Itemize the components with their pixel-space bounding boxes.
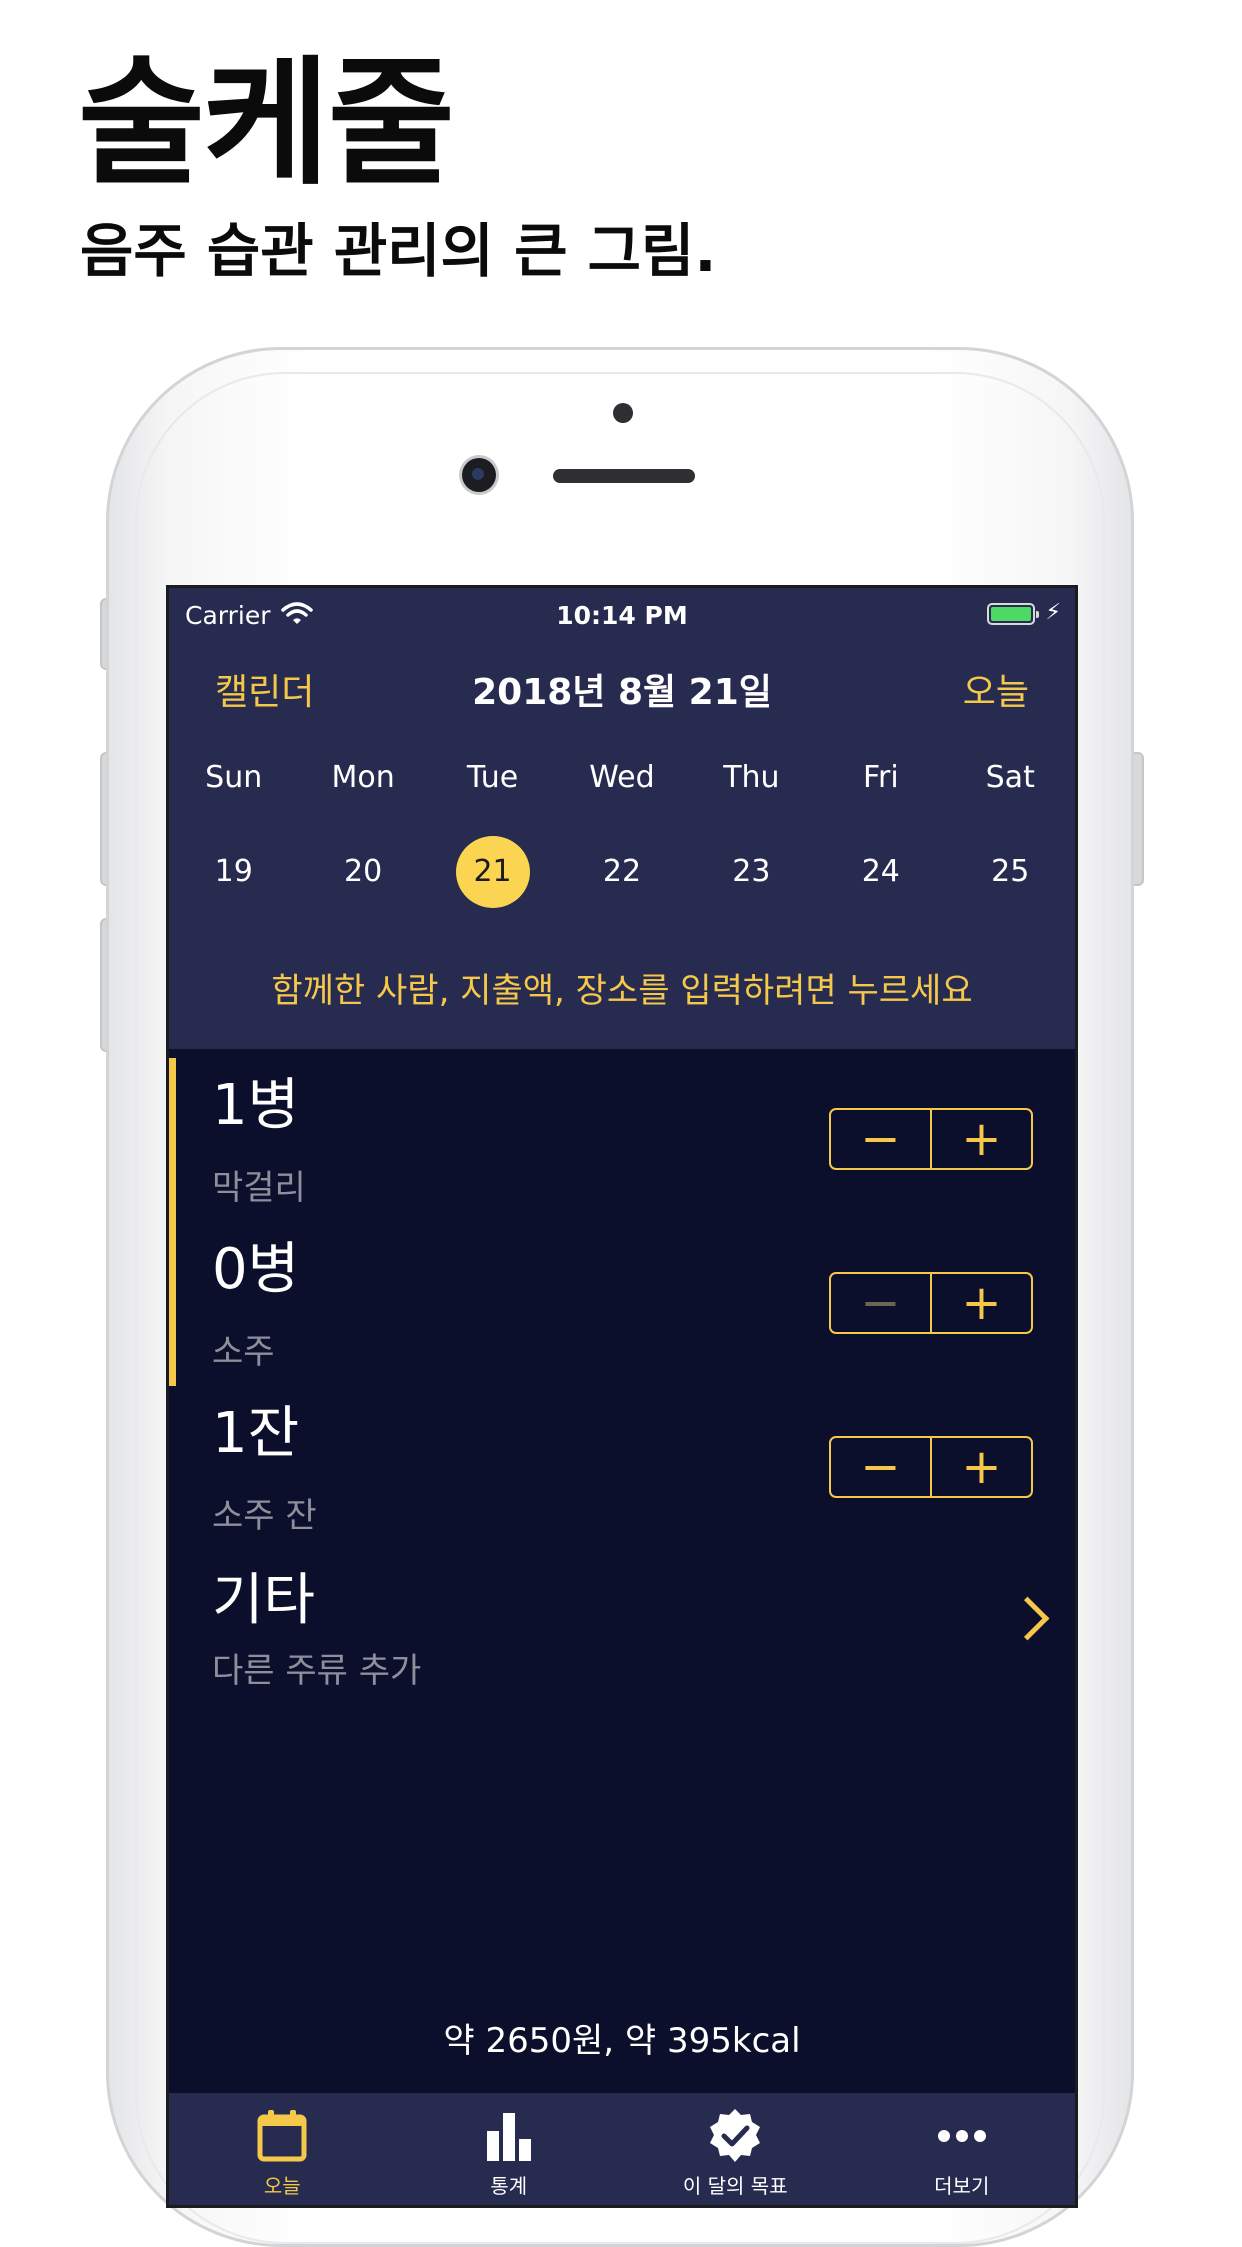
increment-button[interactable]: + <box>932 1274 1031 1332</box>
date-cell[interactable]: 20 <box>298 836 427 908</box>
bar-chart-icon <box>486 2113 531 2161</box>
weekday-label: Sun <box>205 760 263 795</box>
charging-bolt-icon: ⚡ <box>1045 600 1061 625</box>
drink-amount: 1병 <box>212 1073 300 1138</box>
weekday-label: Thu <box>723 760 780 795</box>
other-subtitle: 다른 주류 추가 <box>212 1651 422 1691</box>
today-button[interactable]: 오늘 <box>963 663 1029 715</box>
tab-today[interactable]: 오늘 <box>169 2093 396 2205</box>
date-title: 2018년 8월 21일 <box>472 672 772 713</box>
weekday-label: Mon <box>331 760 395 795</box>
tab-stats[interactable]: 통계 <box>396 2093 623 2205</box>
tab-label: 이 달의 목표 <box>682 2174 788 2198</box>
date-cell[interactable]: 22 <box>557 836 686 908</box>
selected-date-number: 21 <box>473 854 512 889</box>
week-dates-row: 19 20 21 22 23 24 25 <box>169 836 1075 908</box>
promo-subtitle: 음주 습관 관리의 큰 그림. <box>80 217 717 285</box>
active-accent-bar <box>169 1222 176 1386</box>
chevron-right-icon[interactable] <box>1005 1596 1050 1641</box>
weekday-header-row: Sun Mon Tue Wed Thu Fri Sat <box>169 760 1075 795</box>
date-cell[interactable]: 19 <box>169 836 298 908</box>
date-cell[interactable]: 23 <box>687 836 816 908</box>
daily-summary: 약 2650원, 약 395kcal <box>443 2021 801 2061</box>
clock: 10:14 PM <box>556 601 688 630</box>
date-cell-selected[interactable]: 21 <box>428 836 557 908</box>
weekday-label: Wed <box>589 760 655 795</box>
tab-bar: 오늘 통계 이 달의 목표 더보기 <box>169 2093 1075 2205</box>
date-cell[interactable]: 24 <box>816 836 945 908</box>
other-title: 기타 <box>212 1568 316 1633</box>
decrement-button[interactable]: − <box>831 1110 932 1168</box>
earpiece-speaker <box>553 469 695 483</box>
check-badge-icon <box>710 2109 761 2162</box>
quantity-stepper: − + <box>829 1272 1033 1334</box>
tab-label: 오늘 <box>263 2174 301 2198</box>
drink-row-makgeolli: 1병 막걸리 − + <box>169 1058 1075 1222</box>
decrement-button[interactable]: − <box>831 1274 932 1332</box>
weekday-label: Fri <box>862 760 899 795</box>
camera-lens <box>462 458 496 492</box>
drink-row-soju: 0병 소주 − + <box>169 1222 1075 1386</box>
drink-row-soju-glass: 1잔 소주 잔 − + <box>169 1386 1075 1550</box>
tab-more[interactable]: 더보기 <box>849 2093 1076 2205</box>
quantity-stepper: − + <box>829 1436 1033 1498</box>
drink-name: 막걸리 <box>212 1168 306 1208</box>
tab-label: 통계 <box>490 2174 528 2198</box>
drink-name: 소주 <box>212 1332 275 1372</box>
quantity-stepper: − + <box>829 1108 1033 1170</box>
active-accent-bar <box>169 1058 176 1222</box>
decrement-button[interactable]: − <box>831 1438 932 1496</box>
front-camera <box>613 403 633 423</box>
drink-name: 소주 잔 <box>212 1496 317 1536</box>
promo-title: 술케줄 <box>78 43 455 204</box>
tab-label: 더보기 <box>934 2174 990 2198</box>
app-screen: Carrier 10:14 PM ⚡ 캘린더 2018년 8월 21일 오늘 S… <box>166 585 1078 2208</box>
calendar-icon <box>257 2110 307 2162</box>
status-bar: Carrier 10:14 PM ⚡ <box>169 588 1075 640</box>
details-hint[interactable]: 함께한 사람, 지출액, 장소를 입력하려면 누르세요 <box>169 963 1075 1012</box>
battery-icon <box>987 603 1039 625</box>
weekday-label: Tue <box>466 760 519 795</box>
drink-amount: 0병 <box>212 1237 300 1302</box>
date-cell[interactable]: 25 <box>946 836 1075 908</box>
tab-monthly-goal[interactable]: 이 달의 목표 <box>622 2093 849 2205</box>
increment-button[interactable]: + <box>932 1110 1031 1168</box>
header-area: Carrier 10:14 PM ⚡ 캘린더 2018년 8월 21일 오늘 S… <box>169 588 1075 1049</box>
increment-button[interactable]: + <box>932 1438 1031 1496</box>
drink-amount: 1잔 <box>212 1401 300 1466</box>
weekday-label: Sat <box>985 760 1035 795</box>
more-icon <box>937 2130 986 2142</box>
